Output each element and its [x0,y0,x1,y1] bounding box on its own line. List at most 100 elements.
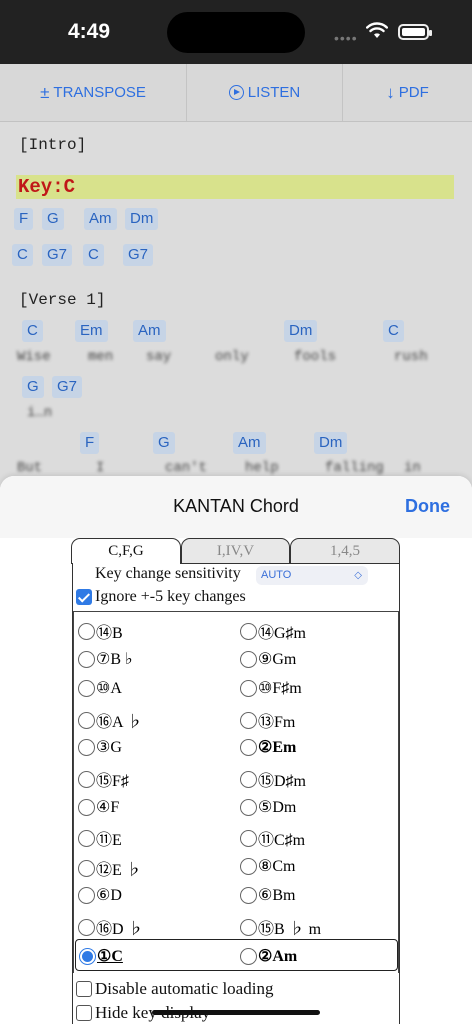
key-option[interactable]: ②Em [240,737,296,757]
key-row: ⑥D ⑥Bm [74,880,398,909]
signal-icon: •••• [334,30,358,46]
lyric-word: But [17,460,43,476]
key-option[interactable]: ⑥D [78,885,122,905]
radio-button-selected[interactable] [79,947,96,965]
radio-button[interactable] [240,770,257,788]
chord-chip[interactable]: Am [133,320,166,342]
radio-button[interactable] [78,650,95,668]
chord-chip[interactable]: G [42,208,64,230]
key-label: ⑩A [96,680,122,697]
chord-chip[interactable]: Dm [314,432,348,454]
radio-button[interactable] [240,829,257,847]
tab-letter-names[interactable]: C,F,G [71,538,181,564]
chord-chip[interactable]: G [153,432,175,454]
radio-button[interactable] [240,738,257,756]
key-option[interactable]: ③G [78,737,122,757]
radio-button[interactable] [78,622,95,640]
radio-button[interactable] [78,918,95,936]
key-label: ③G [96,739,122,756]
key-label: ⑮B ♭ m [258,921,322,938]
home-indicator[interactable] [152,1010,320,1015]
chord-chip[interactable]: Dm [125,208,159,230]
transpose-button[interactable]: ± TRANSPOSE [0,64,187,121]
status-bar: 4:49 •••• [0,0,472,64]
chord-chip[interactable]: Am [84,208,117,230]
key-option[interactable]: ②Am [240,946,297,966]
chord-chip[interactable]: C [383,320,404,342]
key-option-selected[interactable]: ①C [79,946,123,966]
key-row: ⑦B ♭ ⑨Gm [74,644,398,673]
radio-button[interactable] [78,711,95,729]
chord-chip[interactable]: G7 [52,376,83,398]
key-option[interactable]: ⑯D ♭ [78,915,144,939]
radio-button[interactable] [78,829,95,847]
tab-numbers[interactable]: 1,4,5 [290,538,400,564]
disable-loading-checkbox[interactable]: Disable automatic loading [76,979,273,999]
key-option[interactable]: ⑭G♯m [240,619,306,643]
radio-button[interactable] [240,918,257,936]
radio-button[interactable] [78,770,95,788]
chord-chip[interactable]: Dm [284,320,318,342]
transpose-label: TRANSPOSE [53,84,146,101]
radio-button[interactable] [240,679,257,697]
key-label: ①C [97,948,123,965]
sensitivity-select[interactable]: AUTO ◇ [256,566,368,585]
key-option[interactable]: ⑦B ♭ [78,649,133,669]
radio-button[interactable] [78,679,95,697]
lyric-word: fools [294,349,337,365]
key-label: ⑪E [96,832,122,849]
key-option[interactable]: ⑨Gm [240,649,296,669]
chord-chip[interactable]: Em [75,320,108,342]
listen-button[interactable]: LISTEN [187,64,343,121]
radio-button[interactable] [240,798,257,816]
chord-chip[interactable]: Am [233,432,266,454]
chord-chip[interactable]: F [80,432,100,454]
key-option[interactable]: ⑧Cm [240,856,295,876]
key-option[interactable]: ⑪C♯m [240,826,305,850]
key-option[interactable]: ⑩A [78,678,122,698]
checkbox-icon[interactable] [76,981,92,997]
key-option[interactable]: ⑭B [78,619,123,643]
key-label: ⑥Bm [258,887,296,904]
radio-button[interactable] [240,857,257,875]
done-button[interactable]: Done [405,496,450,517]
chord-chip[interactable]: G7 [42,244,73,266]
chord-chip[interactable]: G7 [123,244,154,266]
radio-button[interactable] [78,738,95,756]
key-option[interactable]: ⑮D♯m [240,767,306,791]
key-label: ⑯A ♭ [96,714,143,731]
checkbox-icon[interactable] [76,1005,92,1021]
key-option[interactable]: ⑬Fm [240,708,295,732]
key-option[interactable]: ⑯A ♭ [78,708,143,732]
chord-chip[interactable]: G [22,376,44,398]
pdf-button[interactable]: ↓ PDF [343,64,472,121]
sheet-header: KANTAN Chord Done [0,476,472,538]
key-option[interactable]: ⑫E ♭ [78,856,142,880]
chord-chip[interactable]: C [22,320,43,342]
key-option[interactable]: ⑮B ♭ m [240,915,321,939]
key-option[interactable]: ⑮F♯ [78,767,129,791]
key-label: ⑩F♯m [258,680,302,697]
key-option[interactable]: ⑥Bm [240,885,295,905]
radio-button[interactable] [240,947,257,965]
notation-tabs: C,F,G I,IV,V 1,4,5 [71,538,401,564]
radio-button[interactable] [78,859,95,877]
key-option[interactable]: ⑩F♯m [240,678,302,698]
radio-button[interactable] [240,711,257,729]
radio-button[interactable] [240,622,257,640]
key-option[interactable]: ④F [78,797,119,817]
checkbox-checked-icon[interactable] [76,589,92,605]
key-option[interactable]: ⑤Dm [240,797,296,817]
chord-chip[interactable]: C [12,244,33,266]
key-option[interactable]: ⑪E [78,826,122,850]
tab-roman-numerals[interactable]: I,IV,V [181,538,290,564]
radio-button[interactable] [78,798,95,816]
radio-button[interactable] [240,650,257,668]
chord-chip[interactable]: C [83,244,104,266]
ignore-label: Ignore +-5 key changes [95,588,246,605]
radio-button[interactable] [78,886,95,904]
ignore-key-changes-checkbox[interactable]: Ignore +-5 key changes [76,588,246,606]
radio-button[interactable] [240,886,257,904]
key-label: ②Am [258,948,298,965]
chord-chip[interactable]: F [14,208,34,230]
